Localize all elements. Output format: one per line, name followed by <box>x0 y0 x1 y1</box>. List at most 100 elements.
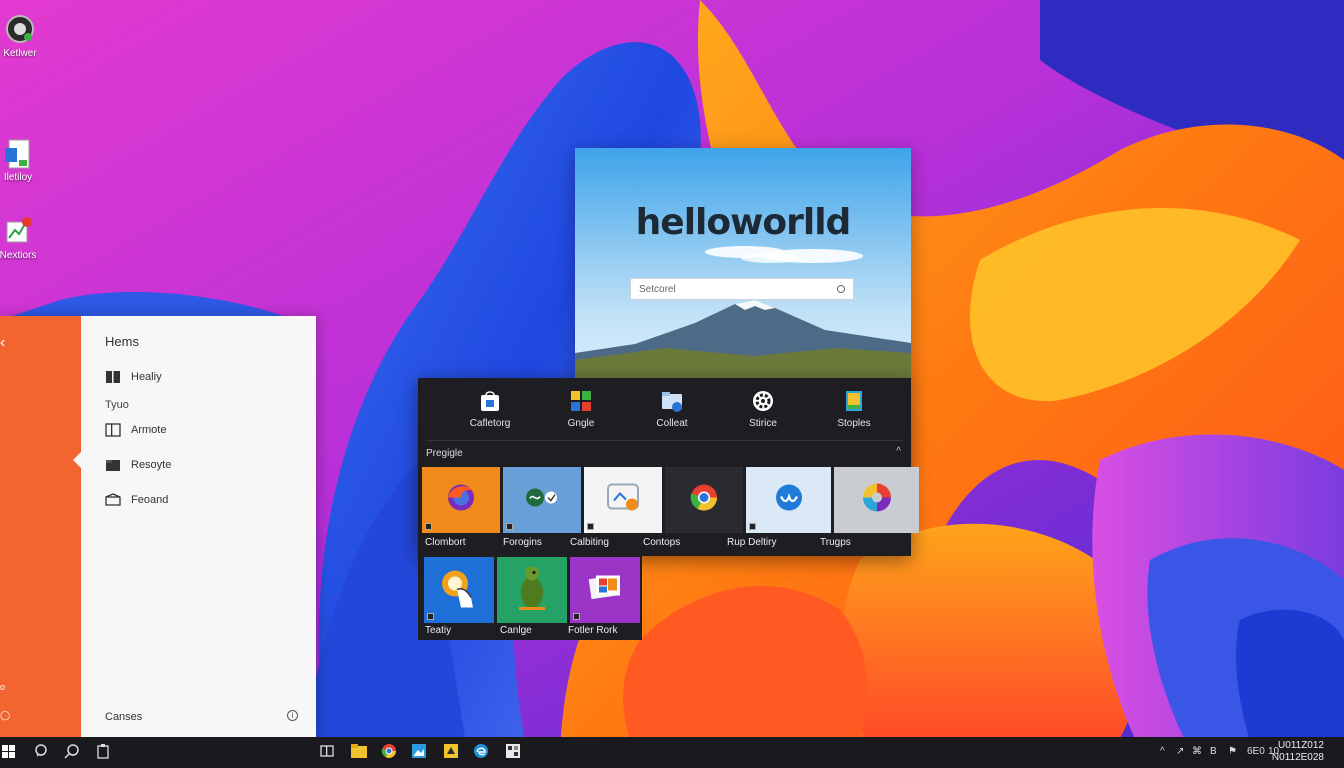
chrome-taskbar-icon[interactable] <box>381 743 399 761</box>
settings-side-panel: ‹ o ◯ Hems Healiy Tyuo Armote Resoyte Fe… <box>0 316 316 737</box>
panel-footer-link[interactable]: Canses <box>105 711 142 723</box>
tile-label: Canlge <box>500 625 532 636</box>
start-menu-panel: Cafletorg Gngle Colleat Stirice Stoples <box>418 378 919 556</box>
collapse-chevron-icon[interactable]: ^ <box>896 446 901 457</box>
sticky-notes-icon[interactable] <box>443 743 461 761</box>
chrome-icon <box>690 484 718 517</box>
hand-gear-icon <box>439 568 479 613</box>
document-icon <box>3 138 33 169</box>
power-icon[interactable]: ◯ <box>0 710 10 721</box>
settings-wheel-icon <box>752 390 774 412</box>
pinned-app-label: Cafletorg <box>469 418 511 429</box>
tile-badge-icon <box>749 523 756 530</box>
windows-start-icon[interactable] <box>2 743 20 761</box>
flag-icon[interactable]: ⚑ <box>1228 746 1237 757</box>
tile-badge-icon <box>573 613 580 620</box>
tile-canlge[interactable] <box>497 557 567 623</box>
pinned-app-label: Colleat <box>656 418 688 429</box>
desktop-icon-label: Iletiloy <box>3 172 33 183</box>
tile-badge-icon <box>425 523 432 530</box>
network-icon[interactable]: ↗ <box>1176 746 1184 757</box>
book-icon <box>105 370 121 384</box>
start-menu-panel-more: Teatiy Canlge Fotler Rork <box>418 555 642 640</box>
tile-label: Contops <box>643 537 681 548</box>
desktop-icon-iletiloy[interactable]: Iletiloy <box>0 138 48 183</box>
firefox-icon <box>446 483 476 518</box>
link-icon <box>524 487 560 514</box>
pinned-app-gngle[interactable]: Gngle <box>537 386 625 442</box>
tile-calbiting[interactable] <box>584 467 662 533</box>
tile-badge-icon <box>427 613 434 620</box>
desktop-icon-label: Nextiors <box>0 250 37 261</box>
menu-item-label: Feoand <box>131 494 169 506</box>
tile-clombort[interactable] <box>422 467 500 533</box>
menu-item-label: Resoyte <box>131 459 172 471</box>
apps-grid-icon <box>570 390 592 412</box>
panel-accent-rail: ‹ o ◯ <box>0 316 81 737</box>
mountain-background <box>575 148 911 380</box>
photos-taskbar-icon[interactable] <box>411 743 429 761</box>
tile-rup-deltiry[interactable] <box>746 467 831 533</box>
tile-forogins[interactable] <box>503 467 581 533</box>
menu-item-label: Healiy <box>131 371 162 383</box>
image-viewer-icon <box>606 483 640 518</box>
system-clock[interactable]: U011Z012 N0112E028 <box>1272 740 1324 764</box>
menu-item-feoand[interactable]: Feoand <box>105 493 168 507</box>
color-wheel-icon <box>861 482 893 519</box>
tile-label: Rup Deltiry <box>727 537 777 548</box>
tile-label: Forogins <box>503 537 542 548</box>
search-icon[interactable] <box>837 285 845 293</box>
pinned-app-stirice[interactable]: Stirice <box>719 386 807 442</box>
folder-sync-icon <box>661 390 683 412</box>
chevron-left-icon[interactable]: ‹ <box>0 334 5 352</box>
tile-label: Calbiting <box>570 537 609 548</box>
section-title: Pregigle <box>426 448 463 459</box>
clipboard-icon[interactable] <box>95 743 113 761</box>
search-input[interactable] <box>639 283 837 295</box>
search-field[interactable] <box>630 278 854 300</box>
tile-label: Teatiy <box>425 625 452 636</box>
menu-item-armote[interactable]: Armote <box>105 423 166 437</box>
tile-teatiy[interactable] <box>424 557 494 623</box>
cloud-wave-icon <box>774 483 804 518</box>
tile-label: Clombort <box>425 537 466 548</box>
file-explorer-icon[interactable] <box>350 743 368 761</box>
pinned-app-stoples[interactable]: Stoples <box>810 386 898 442</box>
menu-item-resoyte[interactable]: Resoyte <box>105 458 171 472</box>
bluetooth-icon[interactable]: B <box>1210 746 1217 757</box>
dot-icon: o <box>0 682 6 692</box>
app-circle-icon <box>5 14 35 44</box>
command-icon[interactable]: ⌘ <box>1192 746 1202 757</box>
info-icon[interactable]: i <box>287 710 298 721</box>
panel-subheading: Tyuo <box>105 399 129 411</box>
tile-contops[interactable] <box>665 467 743 533</box>
settings-taskbar-icon[interactable] <box>505 743 523 761</box>
tile-badge-icon <box>506 523 513 530</box>
tray-status-text[interactable]: 6E0 <box>1247 746 1265 757</box>
edge-browser-icon[interactable] <box>473 743 491 761</box>
menu-item-label: Armote <box>131 424 167 436</box>
browser-window: helloworlld <box>575 148 911 380</box>
tile-trugps[interactable] <box>834 467 919 533</box>
pinned-app-cafletorg[interactable]: Cafletorg <box>446 386 534 442</box>
tablet-icon <box>843 390 865 412</box>
desktop-icon-nextiors[interactable]: Nextiors <box>0 216 48 261</box>
store-icon <box>479 390 501 412</box>
search-icon[interactable] <box>34 743 52 761</box>
tile-badge-icon <box>587 523 594 530</box>
desktop-icon-ketlwer[interactable]: Ketlwer <box>0 14 50 59</box>
pinned-app-colleat[interactable]: Colleat <box>628 386 716 442</box>
magnifier-icon[interactable] <box>64 743 82 761</box>
clock-date: N0112E028 <box>1271 752 1324 763</box>
folder-icon <box>105 458 121 472</box>
task-view-icon[interactable] <box>319 743 337 761</box>
brand-logo-text: helloworlld <box>635 202 852 243</box>
tile-label: Trugps <box>820 537 851 548</box>
tile-fotler-rork[interactable] <box>570 557 640 623</box>
panel-icon <box>105 423 121 437</box>
photos-icon <box>588 572 622 609</box>
pinned-app-label: Stoples <box>837 418 871 429</box>
tray-overflow-chevron-icon[interactable]: ^ <box>1160 746 1165 757</box>
panel-heading: Hems <box>105 334 139 349</box>
menu-item-healiy[interactable]: Healiy <box>105 370 162 384</box>
